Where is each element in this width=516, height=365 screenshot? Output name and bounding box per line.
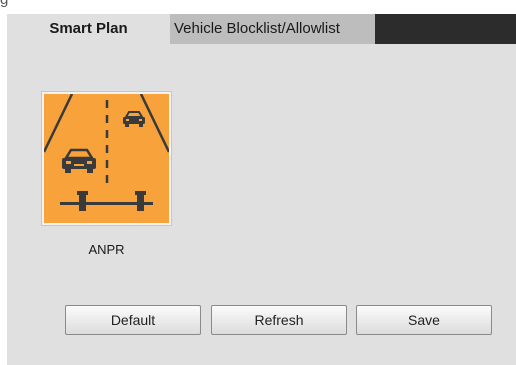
tab-bar: Smart Plan Vehicle Blocklist/Allowlist [7,14,516,44]
tab-vehicle-blocklist-allowlist[interactable]: Vehicle Blocklist/Allowlist [170,14,375,44]
anpr-plan-card[interactable] [41,91,172,226]
refresh-button[interactable]: Refresh [211,305,347,335]
anpr-road-camera-icon [44,94,169,223]
tab-smart-plan[interactable]: Smart Plan [7,14,170,44]
save-button[interactable]: Save [356,305,492,335]
anpr-label: ANPR [88,242,125,257]
cropped-header-text: g [0,0,516,12]
default-button[interactable]: Default [65,305,201,335]
